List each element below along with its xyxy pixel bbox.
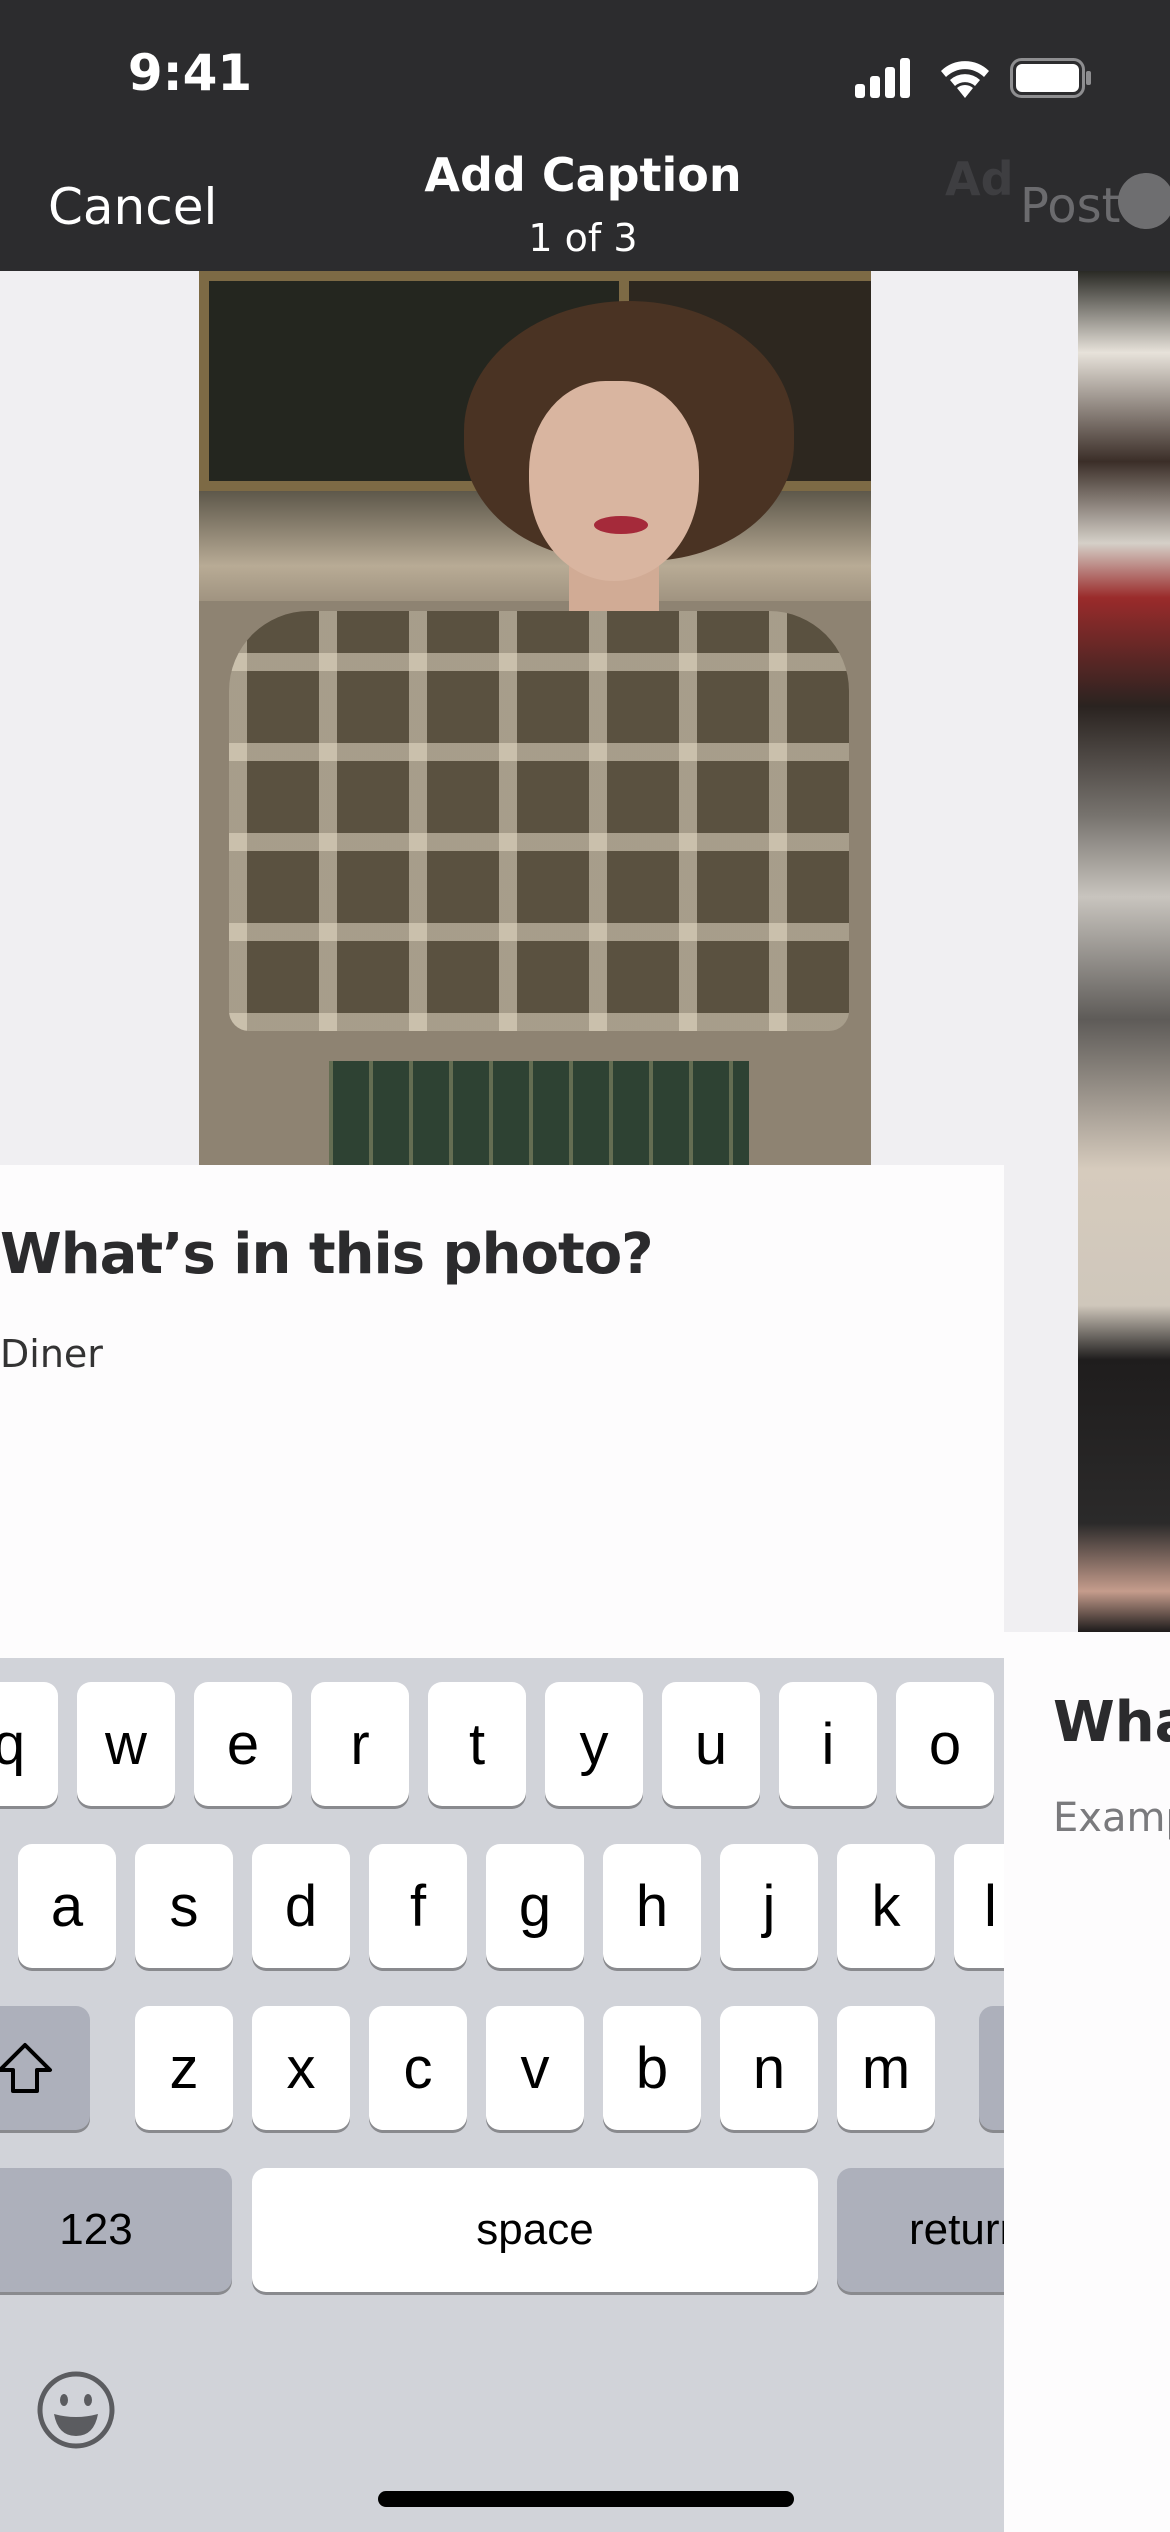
caption-input[interactable]: Diner (0, 1332, 103, 1376)
key-t[interactable]: t (428, 1682, 526, 1806)
page-title: Add Caption (424, 148, 742, 202)
page-divider (1004, 271, 1078, 1632)
key-g[interactable]: g (486, 1844, 584, 1968)
key-e[interactable]: e (194, 1682, 292, 1806)
key-d[interactable]: d (252, 1844, 350, 1968)
key-v[interactable]: v (486, 2006, 584, 2130)
emoji-icon[interactable] (36, 2370, 116, 2450)
key-x[interactable]: x (252, 2006, 350, 2130)
caption-question: What’s in this photo? (0, 1222, 654, 1287)
next-page-title-ghost: Ad (945, 152, 1014, 206)
key-w[interactable]: w (77, 1682, 175, 1806)
cellular-signal-icon (855, 58, 910, 98)
next-caption-input[interactable]: Examp (1053, 1795, 1170, 1841)
key-u[interactable]: u (662, 1682, 760, 1806)
next-caption-question: Wha (1053, 1690, 1170, 1755)
key-b[interactable]: b (603, 2006, 701, 2130)
shift-key[interactable] (0, 2006, 90, 2130)
key-y[interactable]: y (545, 1682, 643, 1806)
key-i[interactable]: i (779, 1682, 877, 1806)
space-key[interactable]: space (252, 2168, 818, 2292)
return-key[interactable]: return (837, 2168, 1004, 2292)
next-photo-preview[interactable] (1078, 271, 1170, 1632)
status-time: 9:41 (127, 44, 253, 102)
numbers-key[interactable]: 123 (0, 2168, 232, 2292)
key-a[interactable]: a (18, 1844, 116, 1968)
photo-shirt (229, 611, 849, 1031)
photo-lips (594, 516, 648, 534)
delete-key[interactable] (979, 2006, 1004, 2130)
home-indicator (378, 2491, 794, 2507)
key-h[interactable]: h (603, 1844, 701, 1968)
page-counter: 1 of 3 (528, 216, 638, 260)
key-z[interactable]: z (135, 2006, 233, 2130)
key-k[interactable]: k (837, 1844, 935, 1968)
loading-indicator-icon (1118, 173, 1170, 229)
key-s[interactable]: s (135, 1844, 233, 1968)
key-l[interactable]: l (954, 1844, 1004, 1968)
cancel-button[interactable]: Cancel (48, 178, 217, 236)
key-f[interactable]: f (369, 1844, 467, 1968)
battery-icon (1010, 58, 1091, 98)
photo-skirt (329, 1061, 749, 1165)
next-caption-card (1004, 1632, 1170, 2532)
key-q[interactable]: q (0, 1682, 58, 1806)
key-n[interactable]: n (720, 2006, 818, 2130)
post-button[interactable]: Post (1020, 178, 1120, 234)
key-c[interactable]: c (369, 2006, 467, 2130)
key-m[interactable]: m (837, 2006, 935, 2130)
keyboard: q w e r t y u i o a s d f g h j k l z x … (0, 1658, 1004, 2532)
wifi-icon (941, 61, 989, 98)
key-j[interactable]: j (720, 1844, 818, 1968)
key-o[interactable]: o (896, 1682, 994, 1806)
photo-preview (199, 271, 871, 1165)
photo-face (529, 381, 699, 581)
shift-arrow-icon (0, 2043, 52, 2093)
key-r[interactable]: r (311, 1682, 409, 1806)
